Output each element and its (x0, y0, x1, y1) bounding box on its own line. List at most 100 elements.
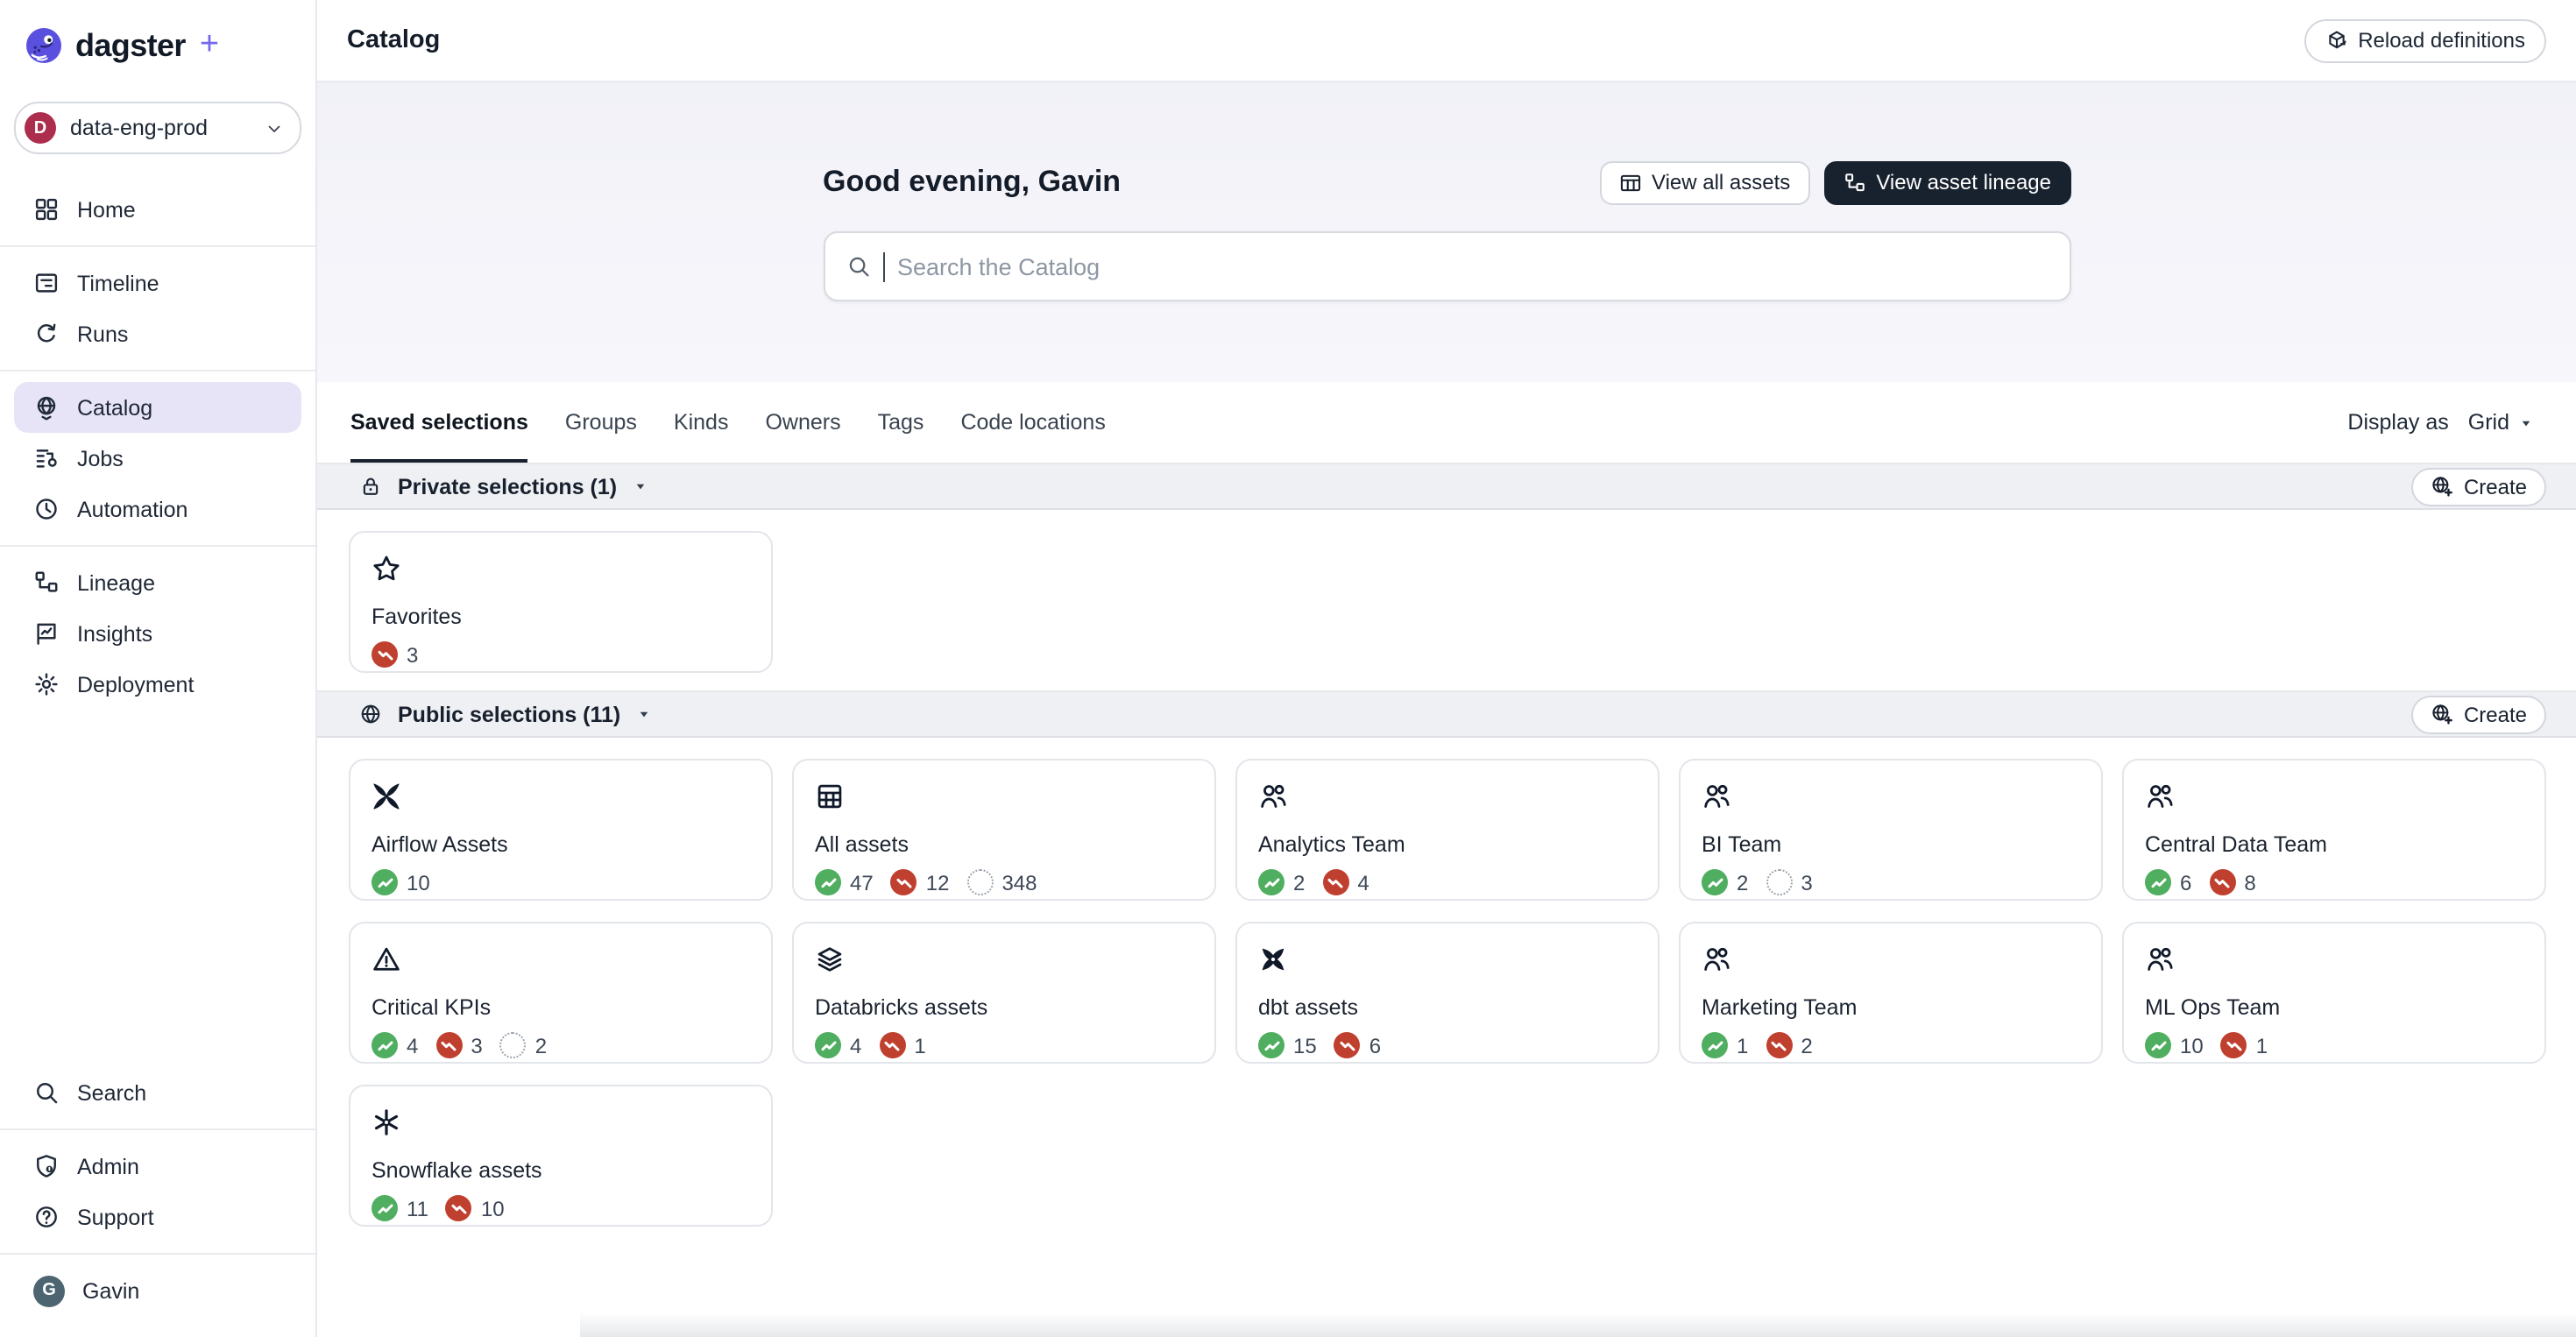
card-databricks-assets[interactable]: Databricks assets 4 1 (792, 922, 1216, 1064)
count-value: 10 (2180, 1033, 2204, 1058)
card-title: Central Data Team (2145, 832, 2327, 857)
count-value: 2 (1801, 1033, 1813, 1058)
sidebar-item-deployment[interactable]: Deployment (14, 659, 301, 710)
card-counts: 23 (1702, 869, 2080, 895)
status-materialized-icon (372, 1032, 398, 1058)
caret-down-icon[interactable] (636, 706, 652, 722)
count-value: 6 (1369, 1033, 1382, 1058)
asset-count-failed: 12 (890, 869, 950, 895)
tab-groups[interactable]: Groups (565, 382, 637, 463)
card-counts: 68 (2145, 869, 2523, 895)
divider (0, 1128, 315, 1130)
sidebar-item-timeline[interactable]: Timeline (14, 258, 301, 308)
tab-tags[interactable]: Tags (878, 382, 924, 463)
create-label: Create (2463, 474, 2527, 499)
card-title: BI Team (1702, 832, 1782, 857)
search-icon (33, 1079, 60, 1106)
count-value: 12 (925, 870, 950, 895)
view-all-assets-button[interactable]: View all assets (1599, 160, 1810, 204)
workspace-selector[interactable]: D data-eng-prod (14, 102, 301, 154)
status-materialized-icon (1702, 869, 1728, 895)
create-selection-button[interactable]: Create (2410, 695, 2546, 733)
search-input[interactable] (897, 253, 2048, 279)
sidebar-item-label: Runs (77, 322, 129, 346)
sidebar-item-support[interactable]: Support (14, 1192, 301, 1242)
reload-definitions-button[interactable]: Reload definitions (2304, 18, 2546, 62)
asset-count-materialized: 2 (1258, 869, 1305, 895)
display-as-value: Grid (2467, 410, 2509, 435)
count-value: 8 (2244, 870, 2256, 895)
catalog-search[interactable] (823, 231, 2070, 301)
asset-count-materialized: 10 (372, 869, 430, 895)
sidebar-item-catalog[interactable]: Catalog (14, 382, 301, 433)
count-value: 1 (914, 1033, 926, 1058)
asset-count-materialized: 4 (372, 1032, 418, 1058)
card-title: Marketing Team (1702, 995, 1858, 1020)
people-icon (1702, 944, 2080, 974)
card-counts: 47 12 348 (815, 869, 1193, 895)
card-analytics-team[interactable]: Analytics Team 2 4 (1235, 759, 1660, 901)
card-dbt-assets[interactable]: dbt assets 15 6 (1235, 922, 1660, 1064)
card-counts: 41 (815, 1032, 1193, 1058)
tab-owners[interactable]: Owners (765, 382, 840, 463)
card-snowflake-assets[interactable]: Snowflake assets 11 10 (349, 1085, 773, 1227)
card-counts: 3 (372, 641, 750, 668)
card-counts: 10 1 (2145, 1032, 2523, 1058)
brand-logo[interactable]: dagster + (0, 23, 315, 65)
card-central-data-team[interactable]: Central Data Team 6 8 (2122, 759, 2546, 901)
selections-sections: Private selections (1) Create Favorites 3 Pu… (317, 463, 2576, 1244)
tab-kinds[interactable]: Kinds (674, 382, 729, 463)
asset-count-missing: 2 (499, 1032, 548, 1058)
tab-code-locations[interactable]: Code locations (960, 382, 1105, 463)
status-missing-icon (499, 1032, 527, 1058)
sidebar-item-admin[interactable]: Admin (14, 1141, 301, 1192)
asset-count-materialized: 1 (1702, 1032, 1748, 1058)
card-all-assets[interactable]: All assets 47 12 348 (792, 759, 1216, 901)
asset-count-failed: 10 (445, 1195, 505, 1221)
status-failed-icon (372, 641, 398, 668)
card-marketing-team[interactable]: Marketing Team 1 2 (1679, 922, 2103, 1064)
view-asset-lineage-button[interactable]: View asset lineage (1823, 160, 2070, 204)
table-grid-icon (815, 782, 1193, 811)
tab-label: Code locations (960, 410, 1106, 435)
view-all-assets-label: View all assets (1652, 170, 1791, 195)
count-value: 47 (850, 870, 874, 895)
card-favorites[interactable]: Favorites 3 (349, 531, 773, 673)
tab-saved-selections[interactable]: Saved selections (350, 382, 529, 463)
airflow-icon (372, 782, 750, 811)
sidebar-item-runs[interactable]: Runs (14, 308, 301, 359)
sidebar-item-search[interactable]: Search (14, 1067, 301, 1118)
caret-down-icon (2518, 414, 2534, 430)
asset-count-failed: 3 (435, 1032, 483, 1058)
sidebar-item-automation[interactable]: Automation (14, 484, 301, 534)
card-bi-team[interactable]: BI Team 2 3 (1679, 759, 2103, 901)
sidebar-item-insights[interactable]: Insights (14, 608, 301, 659)
sidebar-item-home[interactable]: Home (14, 184, 301, 235)
sidebar-item-jobs[interactable]: Jobs (14, 433, 301, 484)
caret-down-icon[interactable] (633, 478, 648, 494)
star-icon (372, 554, 750, 584)
status-materialized-icon (372, 1195, 398, 1221)
divider (0, 545, 315, 547)
status-missing-icon (966, 869, 994, 895)
display-as-dropdown[interactable]: Grid (2468, 410, 2534, 435)
sidebar-item-lineage[interactable]: Lineage (14, 557, 301, 608)
jobs-icon (33, 445, 60, 471)
status-failed-icon (2209, 869, 2236, 895)
layers-icon (815, 944, 1193, 974)
count-value: 2 (1737, 870, 1749, 895)
count-value: 2 (534, 1033, 548, 1058)
chevron-down-icon (265, 118, 284, 138)
user-menu[interactable]: G Gavin (14, 1265, 301, 1316)
card-airflow-assets[interactable]: Airflow Assets 10 (349, 759, 773, 901)
count-value: 10 (407, 870, 430, 895)
divider (0, 370, 315, 371)
sidebar-footer-nav: Search Admin Support (0, 1067, 315, 1242)
status-failed-icon (445, 1195, 472, 1221)
reload-definitions-label: Reload definitions (2358, 28, 2525, 53)
card-ml-ops-team[interactable]: ML Ops Team 10 1 (2122, 922, 2546, 1064)
card-critical-kpis[interactable]: Critical KPIs 4 3 2 (349, 922, 773, 1064)
asset-count-materialized: 6 (2145, 869, 2191, 895)
tab-label: Owners (765, 410, 841, 435)
create-selection-button[interactable]: Create (2410, 467, 2546, 506)
